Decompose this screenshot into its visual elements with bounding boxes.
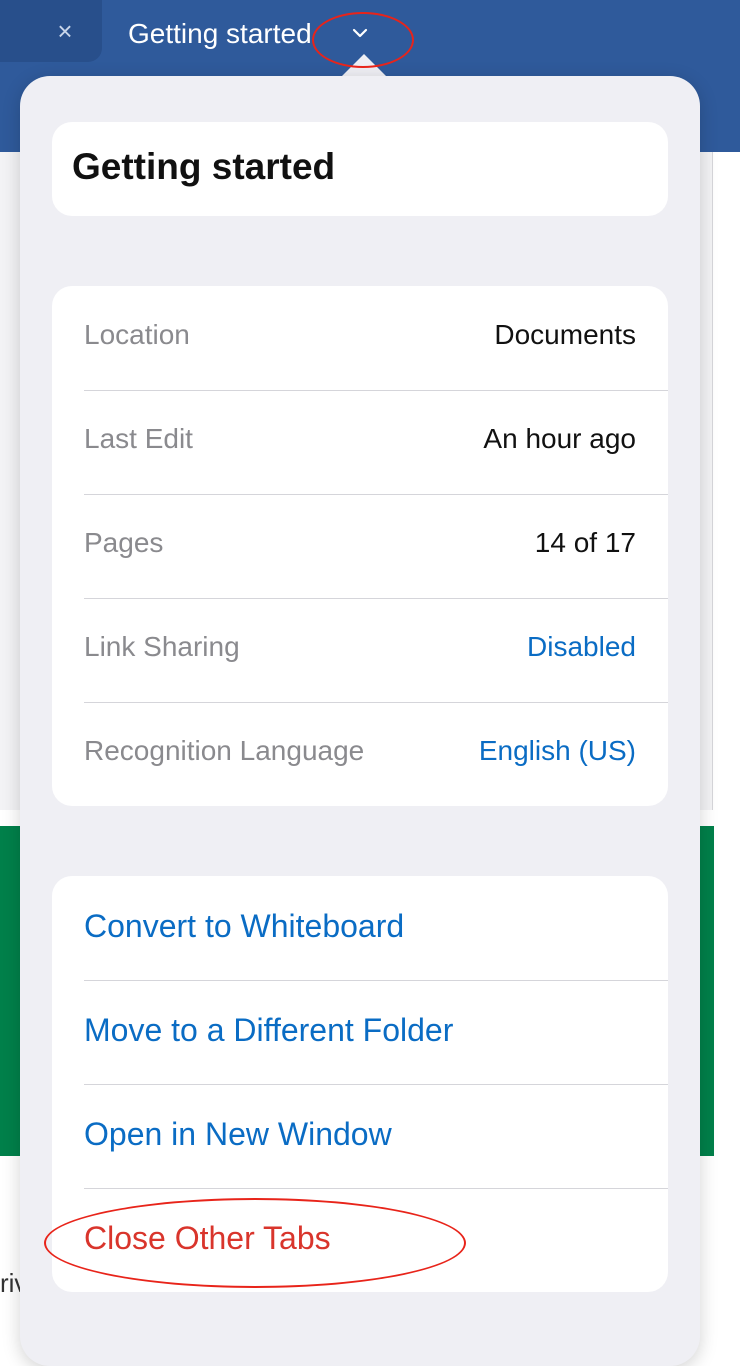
info-row-location: Location Documents xyxy=(84,286,668,391)
link-sharing-value[interactable]: Disabled xyxy=(527,631,636,663)
move-to-folder-button[interactable]: Move to a Different Folder xyxy=(84,980,668,1085)
action-label: Open in New Window xyxy=(84,1116,392,1152)
info-row-link-sharing[interactable]: Link Sharing Disabled xyxy=(84,598,668,703)
info-label: Pages xyxy=(84,527,164,558)
info-value: Documents xyxy=(494,319,636,350)
recognition-language-value[interactable]: English (US) xyxy=(479,735,636,767)
info-row-recognition-language[interactable]: Recognition Language English (US) xyxy=(84,702,668,806)
info-card: Location Documents Last Edit An hour ago… xyxy=(52,286,668,806)
info-label: Location xyxy=(84,319,190,350)
info-label: Last Edit xyxy=(84,423,193,454)
info-label: Link Sharing xyxy=(84,631,240,662)
info-label: Recognition Language xyxy=(84,735,365,766)
title-card: Getting started xyxy=(52,122,668,216)
annotation-ellipse xyxy=(44,1198,466,1288)
info-row-pages: Pages 14 of 17 xyxy=(84,494,668,599)
document-title[interactable]: Getting started xyxy=(72,146,335,188)
action-label: Move to a Different Folder xyxy=(84,1012,454,1048)
tab-inactive[interactable]: × xyxy=(0,0,102,62)
info-value: An hour ago xyxy=(483,423,636,454)
convert-to-whiteboard-button[interactable]: Convert to Whiteboard xyxy=(84,876,668,981)
document-info-popover: Getting started Location Documents Last … xyxy=(20,76,700,1366)
open-in-new-window-button[interactable]: Open in New Window xyxy=(84,1084,668,1189)
info-value: 14 of 17 xyxy=(534,527,636,558)
close-icon[interactable]: × xyxy=(52,16,78,46)
info-row-last-edit: Last Edit An hour ago xyxy=(84,390,668,495)
annotation-ellipse xyxy=(312,12,414,68)
active-tab-title[interactable]: Getting started xyxy=(128,14,312,54)
action-label: Convert to Whiteboard xyxy=(84,908,405,944)
